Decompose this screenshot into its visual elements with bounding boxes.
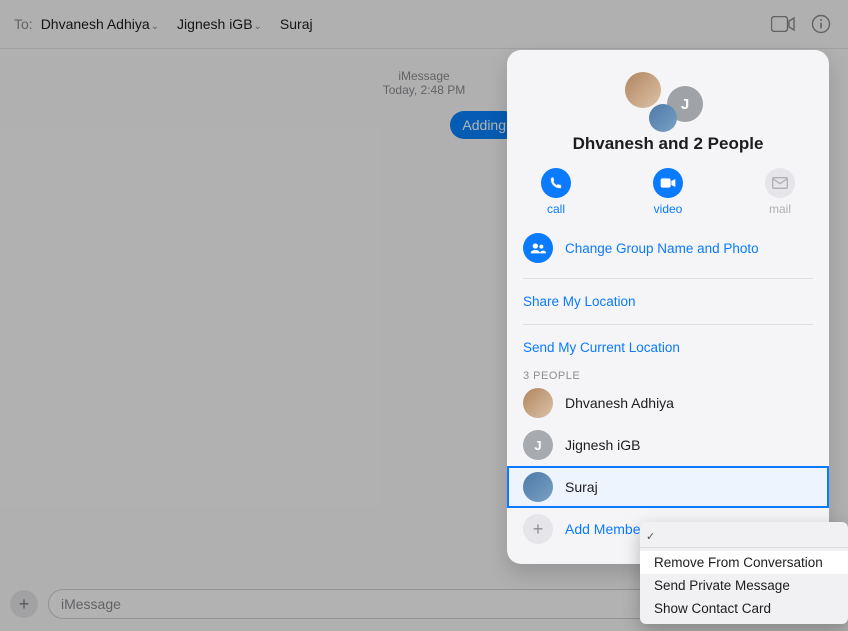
change-group-label: Change Group Name and Photo xyxy=(565,241,759,256)
send-current-location-row[interactable]: Send My Current Location xyxy=(523,335,813,360)
person-row-selected[interactable]: Suraj xyxy=(507,466,829,508)
person-name: Jignesh iGB xyxy=(565,437,640,453)
context-menu: Remove From Conversation Send Private Me… xyxy=(640,522,848,624)
avatar xyxy=(625,72,661,108)
separator xyxy=(523,278,813,279)
people-icon xyxy=(523,233,553,263)
menu-show-contact-card[interactable]: Show Contact Card xyxy=(640,597,848,620)
phone-icon xyxy=(541,168,571,198)
mail-label: mail xyxy=(750,202,810,216)
people-section-header: 3 PEOPLE xyxy=(523,370,813,382)
context-menu-checked-blank[interactable] xyxy=(640,526,848,544)
share-location-row[interactable]: Share My Location xyxy=(523,289,813,314)
avatar xyxy=(523,472,553,502)
share-location-label: Share My Location xyxy=(523,294,636,309)
plus-icon: + xyxy=(523,514,553,544)
mail-icon xyxy=(765,168,795,198)
mail-action: mail xyxy=(750,168,810,216)
menu-send-private-message[interactable]: Send Private Message xyxy=(640,574,848,597)
details-popover: J Dhvanesh and 2 People call video mail xyxy=(507,50,829,564)
change-group-row[interactable]: Change Group Name and Photo xyxy=(523,228,813,268)
group-title: Dhvanesh and 2 People xyxy=(507,134,829,154)
video-label: video xyxy=(638,202,698,216)
send-current-location-label: Send My Current Location xyxy=(523,340,680,355)
person-name: Suraj xyxy=(565,479,598,495)
person-name: Dhvanesh Adhiya xyxy=(565,395,674,411)
video-action[interactable]: video xyxy=(638,168,698,216)
separator xyxy=(640,547,848,548)
avatar: J xyxy=(523,430,553,460)
person-row[interactable]: J Jignesh iGB xyxy=(523,424,813,466)
menu-remove-from-conversation[interactable]: Remove From Conversation xyxy=(640,551,848,574)
avatar xyxy=(649,104,677,132)
quick-actions: call video mail xyxy=(507,168,829,216)
add-member-label: Add Member xyxy=(565,521,645,537)
call-action[interactable]: call xyxy=(526,168,586,216)
group-avatar-cluster: J xyxy=(507,68,829,128)
video-icon xyxy=(653,168,683,198)
call-label: call xyxy=(526,202,586,216)
separator xyxy=(523,324,813,325)
person-row[interactable]: Dhvanesh Adhiya xyxy=(523,382,813,424)
avatar xyxy=(523,388,553,418)
